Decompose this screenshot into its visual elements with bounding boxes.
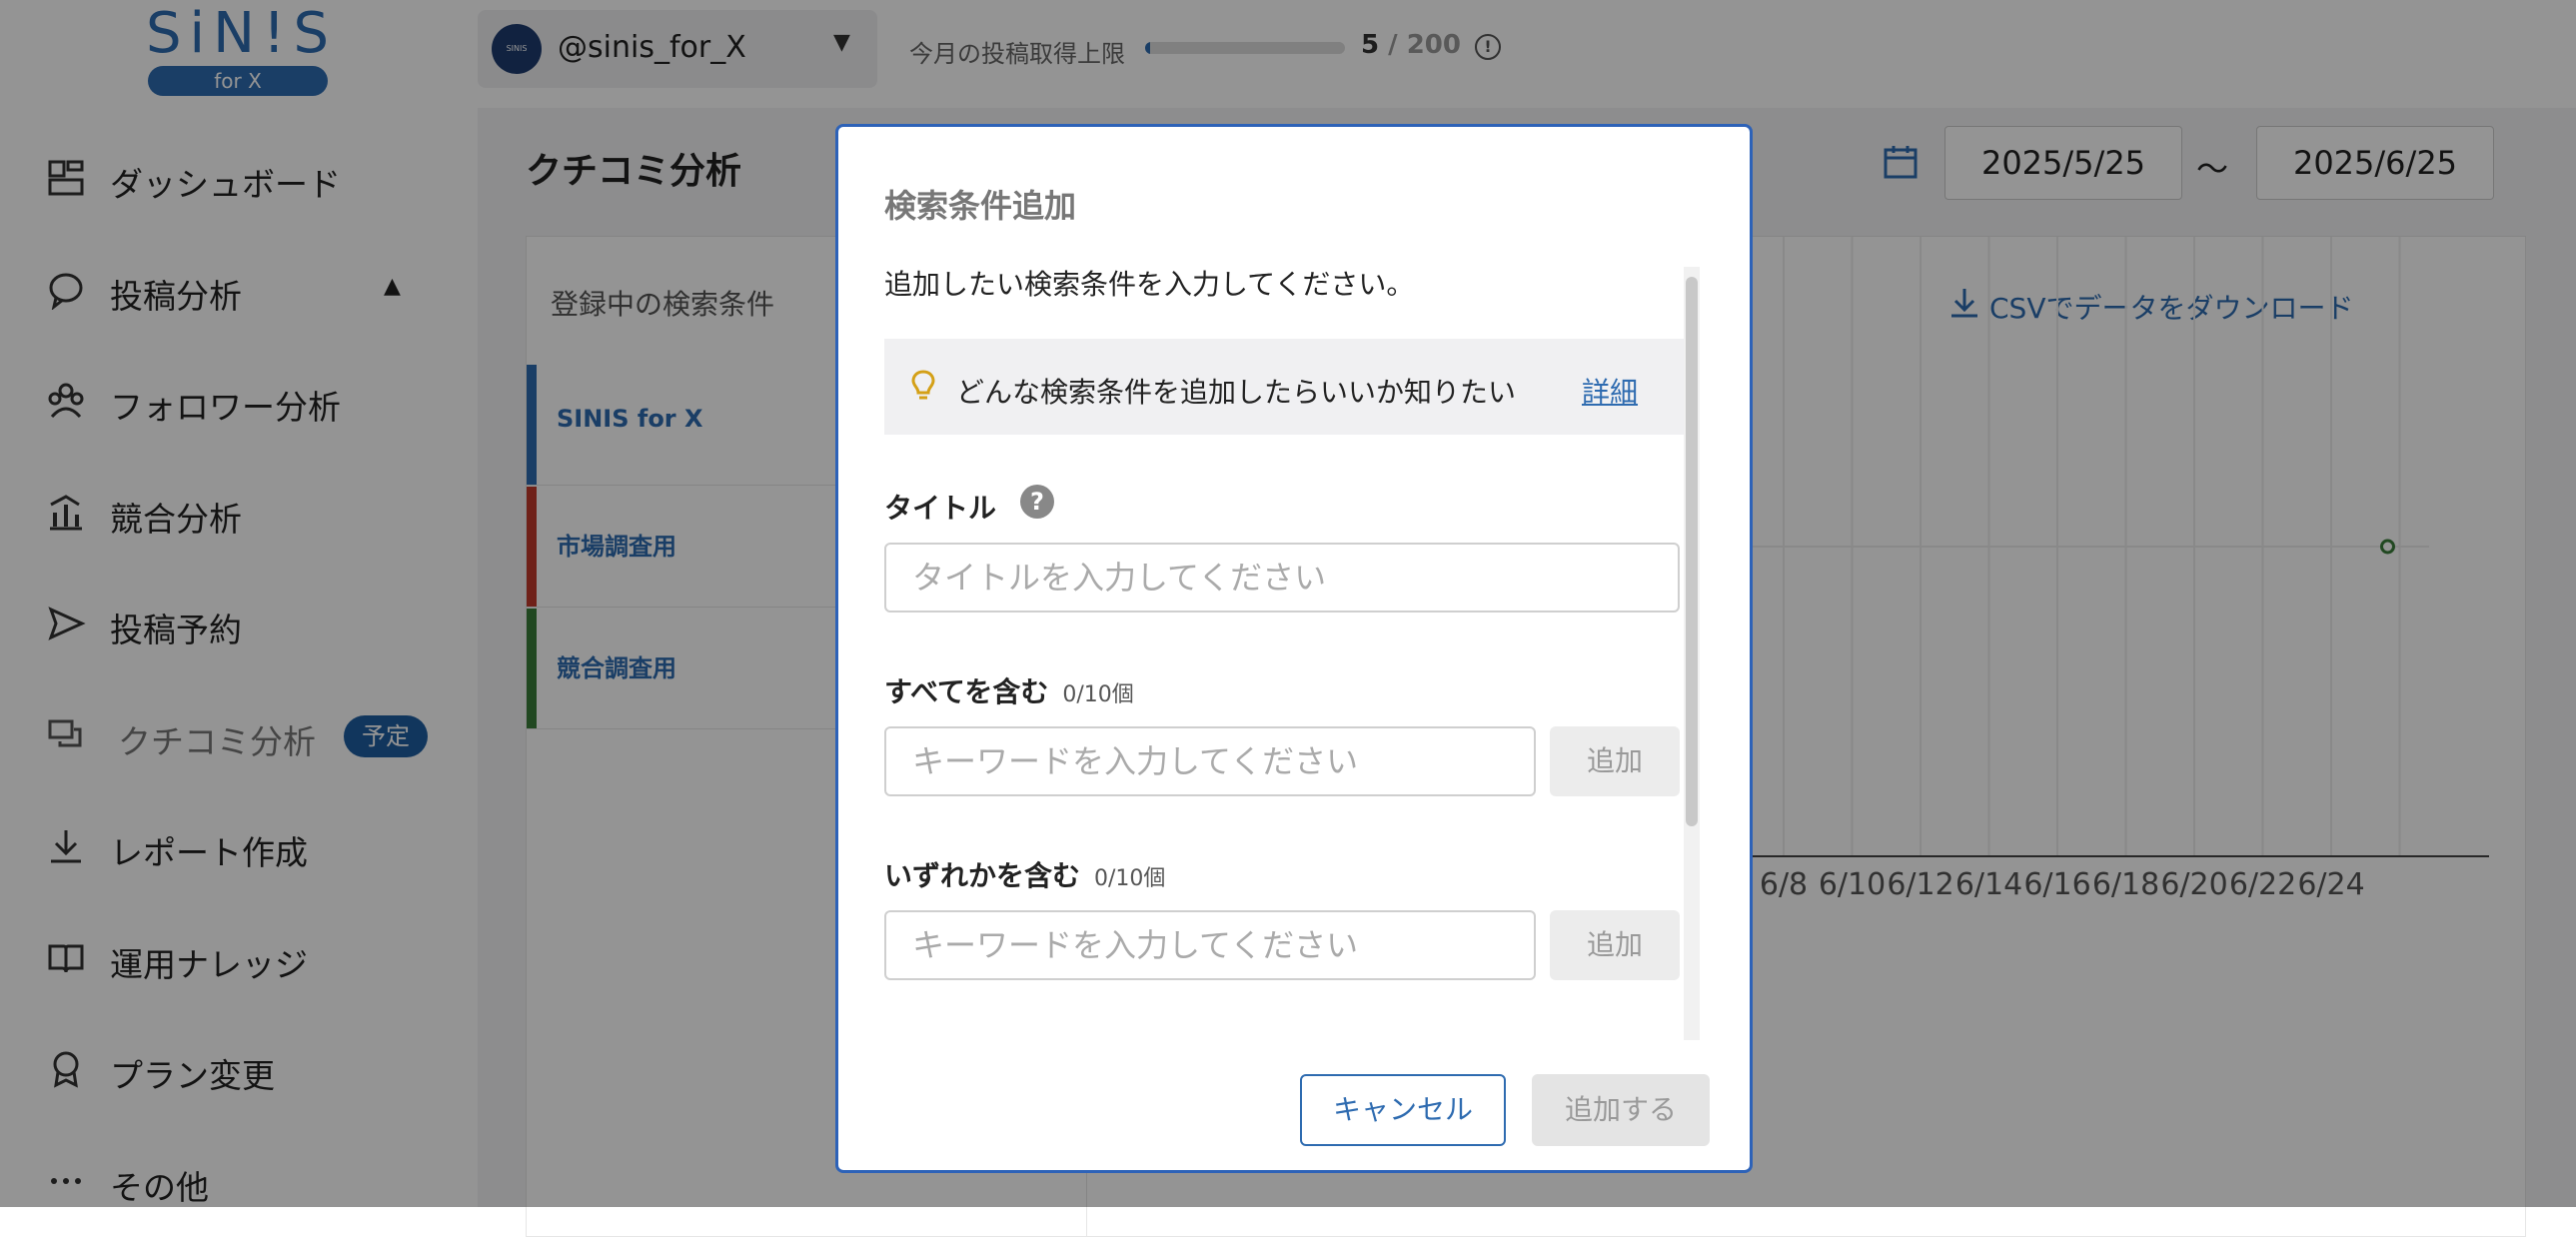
all-keywords-label: すべてを含む 0/10個 (884, 670, 1134, 710)
any-keywords-count: 0/10個 (1094, 866, 1166, 891)
add-search-condition-dialog: 検索条件追加 追加したい検索条件を入力してください。 どんな検索条件を追加したら… (835, 124, 1753, 1173)
tip-box: どんな検索条件を追加したらいいか知りたい 詳細 (884, 339, 1684, 435)
all-keywords-count: 0/10個 (1062, 682, 1134, 707)
dialog-scrollbar[interactable] (1684, 267, 1700, 1040)
any-keywords-add-button[interactable]: 追加 (1550, 910, 1680, 980)
any-keywords-label: いずれかを含む 0/10個 (884, 854, 1165, 894)
dialog-title: 検索条件追加 (884, 187, 1077, 225)
app: SiN!S for X SINIS @sinis_for_X ▼ 今月の投稿取得… (0, 0, 2576, 1237)
lightbulb-icon (911, 370, 935, 400)
help-icon[interactable]: ? (1020, 485, 1054, 519)
scrollbar-thumb[interactable] (1686, 277, 1698, 826)
dialog-body: 追加したい検索条件を入力してください。 どんな検索条件を追加したらいいか知りたい… (884, 263, 1684, 1032)
title-label: タイトル (884, 492, 997, 525)
all-keywords-input[interactable] (884, 726, 1536, 796)
title-input[interactable] (884, 543, 1680, 613)
tip-detail-link[interactable]: 詳細 (1582, 371, 1638, 411)
all-keywords-label-text: すべてを含む (884, 675, 1049, 708)
submit-button[interactable]: 追加する (1532, 1074, 1710, 1146)
cancel-button[interactable]: キャンセル (1300, 1074, 1506, 1146)
any-keywords-label-text: いずれかを含む (884, 859, 1081, 892)
tip-text: どんな検索条件を追加したらいいか知りたい (956, 376, 1517, 409)
all-keywords-add-button[interactable]: 追加 (1550, 726, 1680, 796)
any-keywords-input[interactable] (884, 910, 1536, 980)
dialog-intro: 追加したい検索条件を入力してください。 (884, 268, 1415, 301)
